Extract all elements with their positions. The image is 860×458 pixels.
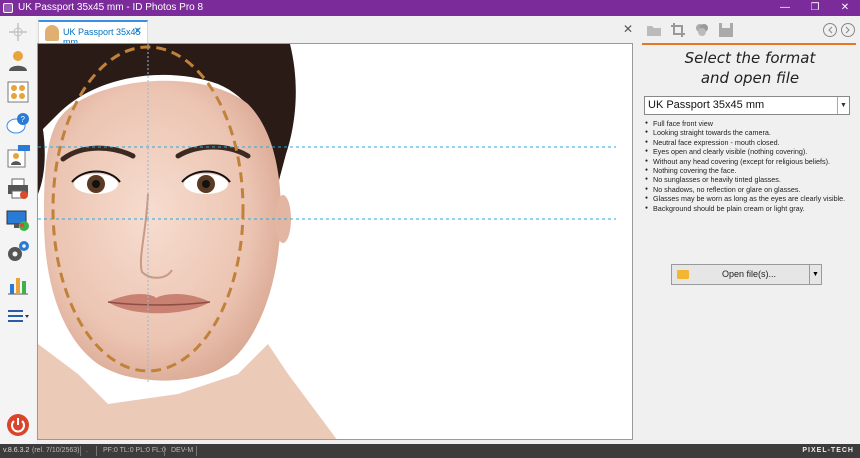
requirement-item: Looking straight towards the camera. (644, 128, 858, 138)
tab-close-icon[interactable]: ✕ (134, 26, 142, 37)
requirement-item: Eyes open and clearly visible (nothing c… (644, 147, 858, 157)
open-folder-icon[interactable] (646, 22, 662, 38)
requirement-item: Full face front view (644, 119, 858, 129)
status-separator (96, 446, 97, 456)
close-button[interactable]: ✕ (830, 0, 860, 16)
help-icon[interactable]: ? (6, 112, 30, 136)
status-separator (80, 446, 81, 456)
heading-line-1: Select the format (684, 49, 816, 67)
status-bar: v.8.6.3.2 (rel. 7/10/2563) . PF:0 TL:0 P… (0, 444, 860, 458)
tab-uk-passport[interactable]: UK Passport 35x45 mm ✕ (38, 20, 148, 47)
open-options-dropdown[interactable]: ▼ (809, 265, 821, 284)
status-separator (196, 446, 197, 456)
color-adjust-icon[interactable] (694, 22, 710, 38)
title-bar: UK Passport 35x45 mm - ID Photos Pro 8 —… (0, 0, 860, 16)
status-flags: PF:0 TL:0 PL:0 FL:0 (103, 447, 166, 454)
crop-icon[interactable] (670, 22, 686, 38)
requirement-item: No shadows, no reflection or glare on gl… (644, 185, 858, 195)
open-files-button[interactable]: Open file(s)... ▼ (671, 264, 822, 285)
window-title: UK Passport 35x45 mm - ID Photos Pro 8 (18, 2, 204, 13)
left-toolbar: ? (0, 16, 36, 444)
close-document-icon[interactable]: ✕ (623, 22, 633, 36)
requirement-item: No sunglasses or heavily tinted glasses. (644, 175, 858, 185)
requirement-item: Neutral face expression - mouth closed. (644, 138, 858, 148)
heading-line-2: and open file (700, 69, 800, 87)
status-separator (164, 446, 165, 456)
release-date-text: (rel. 7/10/2563) (32, 447, 80, 454)
format-selected-value: UK Passport 35x45 mm (648, 99, 765, 111)
accent-divider (642, 43, 856, 45)
display-icon[interactable] (6, 208, 30, 232)
restore-button[interactable]: ❐ (800, 0, 830, 16)
app-icon (3, 3, 13, 13)
minimize-button[interactable]: — (770, 0, 800, 16)
portrait-tool-icon[interactable] (6, 48, 30, 72)
requirement-item: Without any head covering (except for re… (644, 157, 858, 167)
status-dot: . (86, 447, 88, 454)
forward-icon[interactable] (840, 22, 856, 38)
statistics-chart-icon[interactable] (6, 272, 30, 296)
open-files-label: Open file(s)... (721, 269, 777, 279)
new-badge-icon[interactable] (6, 144, 30, 168)
back-icon[interactable] (822, 22, 838, 38)
settings-gears-icon[interactable] (6, 240, 30, 264)
requirement-item: Background should be plain cream or ligh… (644, 204, 858, 214)
format-dropdown[interactable]: UK Passport 35x45 mm ▼ (644, 96, 850, 115)
requirement-item: Glasses may be worn as long as the eyes … (644, 194, 858, 204)
document-tabstrip: UK Passport 35x45 mm ✕ ✕ (36, 16, 638, 47)
printer-icon[interactable] (6, 176, 30, 200)
window-controls: — ❐ ✕ (770, 0, 860, 16)
photo-thumbnail-icon (45, 25, 59, 41)
brand-logo: PIXEL-TECH (802, 447, 854, 454)
power-icon[interactable] (6, 413, 30, 437)
version-text: v.8.6.3.2 (3, 447, 30, 454)
requirement-item: Nothing covering the face. (644, 166, 858, 176)
status-mode: DEV-M (171, 447, 194, 454)
right-panel: Select the format and open file UK Passp… (640, 16, 860, 444)
menu-icon[interactable] (6, 304, 30, 328)
save-icon[interactable] (718, 22, 734, 38)
panel-heading: Select the format and open file (640, 48, 860, 88)
svg-text:?: ? (21, 115, 26, 124)
group-photos-icon[interactable] (6, 80, 30, 104)
portrait-photo (38, 44, 616, 439)
requirements-list: Full face front viewLooking straight tow… (644, 119, 858, 213)
photo-canvas[interactable] (37, 43, 633, 440)
dropdown-arrow-icon[interactable]: ▼ (837, 97, 849, 114)
right-toolbar (640, 16, 860, 44)
move-icon (6, 20, 30, 44)
folder-icon (677, 270, 689, 279)
